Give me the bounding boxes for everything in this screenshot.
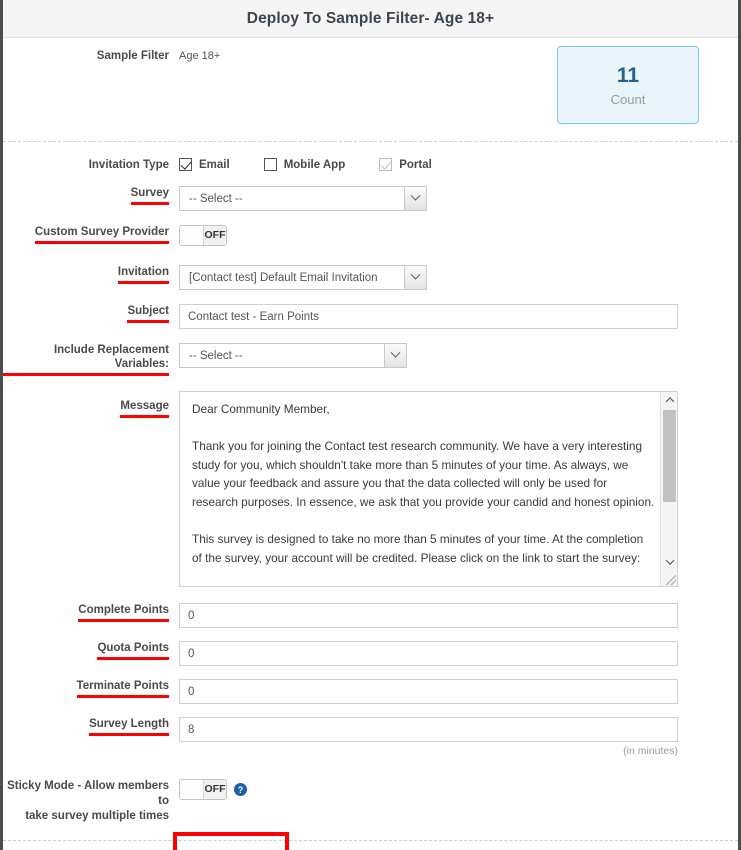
chevron-down-icon[interactable] [404, 187, 426, 210]
terminate-points-value: 0 [188, 685, 195, 698]
scroll-down-icon[interactable] [661, 554, 677, 570]
help-icon[interactable]: ? [234, 783, 247, 796]
replacement-variables-label: Include Replacement Variables: [3, 343, 179, 376]
subject-input-value: Contact test - Earn Points [188, 310, 320, 323]
message-scrollbar[interactable] [660, 392, 677, 586]
custom-survey-provider-label: Custom Survey Provider [3, 225, 179, 244]
count-card: 11 Count [557, 46, 699, 124]
deploy-form: Invitation Type Email Mobile App Portal [3, 142, 738, 824]
invitation-type-row: Invitation Type Email Mobile App Portal [3, 158, 738, 172]
invitation-type-label: Invitation Type [88, 159, 169, 171]
replacement-variables-row: Include Replacement Variables: -- Select… [3, 343, 738, 376]
deploy-sample-filter-modal: Deploy To Sample Filter- Age 18+ Sample … [0, 0, 741, 850]
checkbox-mobile-app-label: Mobile App [283, 158, 346, 171]
complete-points-label: Complete Points [3, 603, 179, 622]
sticky-mode-label-line1: Sticky Mode - Allow members to [7, 780, 169, 807]
count-value: 11 [616, 63, 640, 87]
invitation-label: Invitation [3, 265, 179, 284]
checkbox-portal-box [379, 158, 393, 171]
quota-points-value: 0 [188, 647, 195, 660]
message-textarea[interactable]: Dear Community Member, Thank you for joi… [179, 391, 678, 587]
quota-points-input[interactable]: 0 [179, 641, 678, 666]
quota-points-label: Quota Points [3, 641, 179, 660]
scroll-up-icon[interactable] [661, 392, 677, 408]
annotation-box [173, 832, 289, 850]
survey-select[interactable]: -- Select -- [179, 186, 427, 211]
complete-points-value: 0 [188, 609, 195, 622]
message-textarea-value: Dear Community Member, Thank you for joi… [192, 402, 655, 565]
message-label: Message [3, 391, 179, 418]
count-label: Count [610, 91, 646, 107]
terminate-points-row: Terminate Points 0 [3, 679, 738, 704]
subject-label: Subject [3, 304, 179, 323]
checkbox-email-box[interactable] [179, 158, 192, 171]
complete-points-input[interactable]: 0 [179, 603, 678, 628]
modal-header: Deploy To Sample Filter- Age 18+ [3, 0, 738, 38]
checkbox-mobile-app[interactable]: Mobile App [263, 158, 346, 171]
survey-length-label: Survey Length [3, 717, 179, 736]
survey-length-hint: (in minutes) [623, 745, 678, 757]
survey-select-value: -- Select -- [189, 192, 243, 205]
sticky-mode-row: Sticky Mode - Allow members to take surv… [3, 779, 738, 824]
survey-length-value: 8 [188, 723, 195, 736]
custom-survey-provider-toggle[interactable]: OFF [179, 225, 227, 246]
checkbox-email-label: Email [199, 158, 230, 171]
invitation-select-value: [Contact test] Default Email Invitation [189, 271, 378, 284]
chevron-down-icon[interactable] [384, 344, 406, 367]
custom-survey-provider-row: Custom Survey Provider OFF [3, 225, 738, 250]
checkbox-mobile-app-box[interactable] [263, 158, 277, 171]
replacement-variables-select[interactable]: -- Select -- [179, 343, 407, 368]
page-title: Deploy To Sample Filter- Age 18+ [246, 9, 495, 27]
complete-points-row: Complete Points 0 [3, 603, 738, 628]
checkbox-portal-label: Portal [399, 158, 432, 171]
sticky-mode-toggle[interactable]: OFF [179, 779, 227, 800]
sticky-mode-label: Sticky Mode - Allow members to take surv… [3, 779, 179, 824]
terminate-points-label: Terminate Points [3, 679, 179, 698]
resize-handle-icon[interactable] [666, 575, 676, 585]
toggle-knob [180, 780, 204, 799]
invitation-row: Invitation [Contact test] Default Email … [3, 265, 738, 290]
toggle-knob [180, 226, 204, 245]
message-row: Message Dear Community Member, Thank you… [3, 391, 738, 587]
sample-filter-label: Sample Filter [96, 50, 169, 62]
survey-length-input[interactable]: 8 [179, 717, 678, 742]
survey-row: Survey -- Select -- [3, 186, 738, 211]
scrollbar-thumb[interactable] [663, 410, 676, 502]
modal-footer: Process Delivery [3, 832, 738, 850]
survey-label: Survey [3, 186, 179, 205]
subject-row: Subject Contact test - Earn Points [3, 304, 738, 329]
invitation-select[interactable]: [Contact test] Default Email Invitation [179, 265, 427, 290]
checkbox-email[interactable]: Email [179, 158, 230, 171]
replacement-variables-value: -- Select -- [189, 349, 243, 362]
quota-points-row: Quota Points 0 [3, 641, 738, 666]
sticky-mode-state: OFF [204, 780, 226, 799]
subject-input[interactable]: Contact test - Earn Points [179, 304, 678, 329]
summary-section: Sample Filter Age 18+ 11 Count [3, 38, 738, 141]
sticky-mode-label-line2: take survey multiple times [25, 810, 169, 822]
terminate-points-input[interactable]: 0 [179, 679, 678, 704]
chevron-down-icon[interactable] [404, 266, 426, 289]
custom-survey-provider-state: OFF [204, 226, 226, 245]
survey-length-row: Survey Length 8 (in minutes) [3, 717, 738, 757]
checkbox-portal: Portal [379, 158, 432, 171]
